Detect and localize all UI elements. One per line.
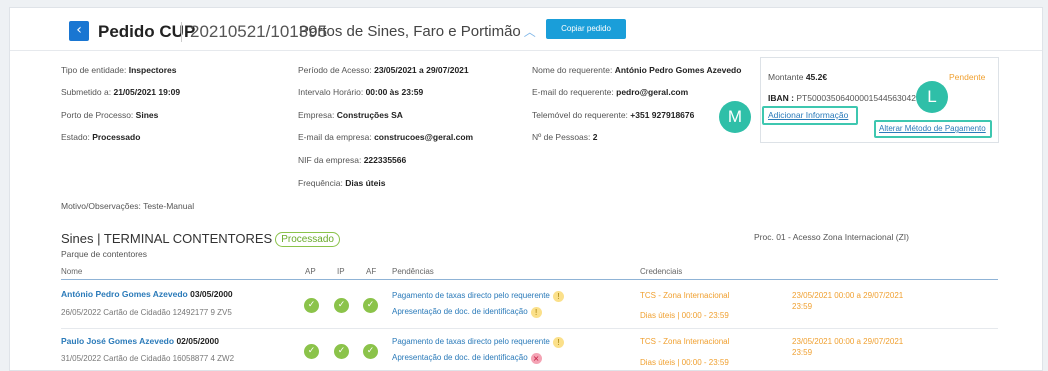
add-info-highlight (762, 106, 858, 125)
check-icon: ✓ (363, 298, 378, 313)
payment-status: Pendente (949, 72, 986, 82)
warning-icon: ! (552, 337, 564, 348)
annotation-l: L (916, 81, 948, 113)
warning-icon: ! (530, 307, 542, 318)
copy-request-button[interactable]: Copiar pedido (546, 19, 626, 39)
check-icon: ✓ (334, 298, 349, 313)
col-ip: IP (337, 267, 345, 276)
credential-zone: TCS - Zona Internacional (640, 337, 730, 346)
credential-period: 23/05/2021 00:00 a 29/07/2021 (792, 337, 904, 346)
col-credenciais: Credenciais (640, 267, 683, 276)
request-card: ‹ Pedido CUP 20210521/101395 Portos de S… (9, 7, 1043, 371)
credential-zone: TCS - Zona Internacional (640, 291, 730, 300)
check-icon: ✓ (304, 298, 319, 313)
check-icon: ✓ (363, 344, 378, 359)
time-interval: Intervalo Horário: 00:00 às 23:59 (298, 87, 424, 97)
table-row-name[interactable]: Paulo José Gomes Azevedo 02/05/2000 (61, 336, 219, 346)
pending-item[interactable]: Apresentação de doc. de identificação! (392, 307, 542, 318)
entity-type: Tipo de entidade: Inspectores (61, 65, 177, 75)
requester-name: Nome do requerente: António Pedro Gomes … (532, 65, 742, 75)
chevron-up-icon: ︿ (523, 25, 536, 39)
company-email: E-mail da empresa: construcoes@geral.com (298, 132, 474, 142)
status-badge: Processado (275, 232, 340, 247)
back-button[interactable]: ‹ (69, 21, 89, 41)
table-row-doc: 31/05/2022 Cartão de Cidadão 16058877 4 … (61, 354, 235, 363)
ports-label: Portos de Sines, Faro e Portimão (299, 23, 521, 40)
warning-icon: ! (552, 291, 564, 302)
company-nif: NIF da empresa: 222335566 (298, 155, 407, 165)
credential-period-end: 23:59 (792, 302, 813, 311)
amount: Montante 45.2€ (768, 72, 828, 82)
page-header: ‹ Pedido CUP 20210521/101395 Portos de S… (10, 8, 1042, 51)
table-header-divider (61, 279, 998, 280)
chevron-left-icon: ‹ (76, 22, 82, 38)
motivo: Motivo/Observações: Teste-Manual (61, 201, 195, 211)
row-divider (61, 328, 998, 329)
ports-dropdown[interactable]: Portos de Sines, Faro e Portimão ︿ (299, 23, 536, 40)
process-label: Proc. 01 - Acesso Zona Internacional (ZI… (754, 232, 909, 242)
table-row-name[interactable]: António Pedro Gomes Azevedo 03/05/2000 (61, 289, 233, 299)
section-subtitle: Parque de contentores (61, 249, 148, 259)
iban: IBAN : PT50003506400001544563042 (768, 93, 916, 103)
requester-phone: Telemóvel do requerente: +351 927918676 (532, 110, 695, 120)
table-row-doc: 26/05/2022 Cartão de Cidadão 12492177 9 … (61, 308, 232, 317)
col-ap: AP (305, 267, 316, 276)
credential-schedule: Dias úteis | 00:00 - 23:59 (640, 358, 729, 367)
frequency: Frequência: Dias úteis (298, 178, 386, 188)
annotation-m: M (719, 101, 751, 133)
process-port: Porto de Processo: Sines (61, 110, 159, 120)
error-icon: × (530, 353, 542, 364)
pending-item[interactable]: Pagamento de taxas directo pelo requeren… (392, 337, 564, 348)
access-period: Período de Acesso: 23/05/2021 a 29/07/20… (298, 65, 469, 75)
col-pendencias: Pendências (392, 267, 434, 276)
change-method-highlight (874, 120, 992, 138)
people-count: Nº de Pessoas: 2 (532, 132, 598, 142)
pending-item[interactable]: Apresentação de doc. de identificação × (392, 353, 542, 364)
credential-period: 23/05/2021 00:00 a 29/07/2021 (792, 291, 904, 300)
credential-period-end: 23:59 (792, 348, 813, 357)
pending-item[interactable]: Pagamento de taxas directo pelo requeren… (392, 291, 564, 302)
credential-schedule: Dias úteis | 00:00 - 23:59 (640, 311, 729, 320)
requester-email: Nome do requerente:E-mail do requerente:… (532, 87, 689, 97)
col-nome: Nome (61, 267, 83, 276)
check-icon: ✓ (334, 344, 349, 359)
check-icon: ✓ (304, 344, 319, 359)
status: Estado: Processado (61, 132, 141, 142)
section-title: Sines | TERMINAL CONTENTORES Processado (61, 231, 340, 247)
col-af: AF (366, 267, 377, 276)
submitted-at: Submetido a: 21/05/2021 19:09 (61, 87, 181, 97)
company: Empresa: Construções SA (298, 110, 403, 120)
